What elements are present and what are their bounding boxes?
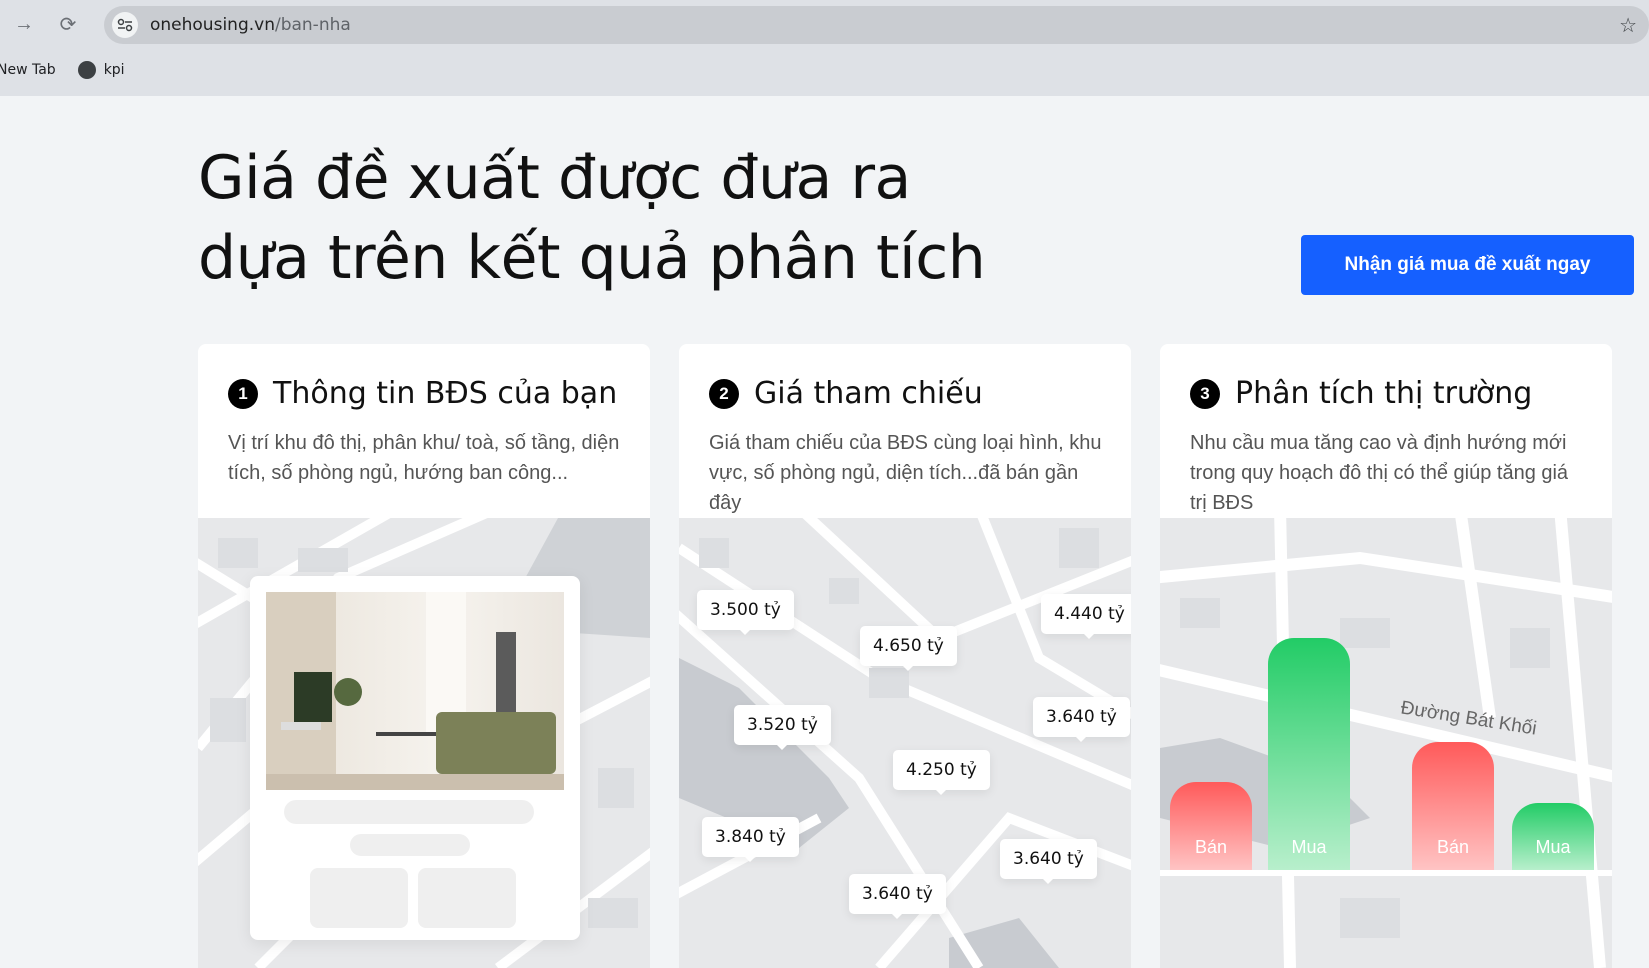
- chart-baseline: [1160, 870, 1612, 876]
- card-market-analysis: 3 Phân tích thị trường Nhu cầu mua tăng …: [1160, 344, 1612, 968]
- globe-icon: [77, 61, 96, 79]
- sell-supply-bar: Bán: [1412, 742, 1494, 870]
- placeholder-box: [310, 868, 408, 928]
- page-title: Giá đề xuất được đưa ra dựa trên kết quả…: [198, 143, 986, 293]
- price-tag: 3.640 tỷ: [1000, 839, 1097, 884]
- placeholder-box: [418, 868, 516, 928]
- url-text[interactable]: onehousing.vn/ban-nha: [150, 15, 351, 35]
- card-header: 1 Thông tin BĐS của bạn: [228, 376, 617, 411]
- card-title: Thông tin BĐS của bạn: [273, 376, 618, 411]
- step-number-badge: 2: [709, 378, 739, 409]
- price-tag: 3.500 tỷ: [697, 590, 794, 635]
- sell-supply-bar: Bán: [1170, 782, 1252, 870]
- address-bar[interactable]: onehousing.vn/ban-nha ☆: [104, 6, 1649, 44]
- price-tag: 3.520 tỷ: [734, 705, 831, 750]
- price-tag: 3.840 tỷ: [702, 817, 799, 862]
- get-price-button[interactable]: Nhận giá mua đề xuất ngay: [1301, 235, 1634, 295]
- placeholder-line: [284, 800, 534, 824]
- bookmark-kpi[interactable]: kpi: [77, 61, 125, 79]
- card-reference-price: 2 Giá tham chiếu Giá tham chiếu của BĐS …: [679, 344, 1131, 968]
- placeholder-line: [350, 834, 470, 856]
- bar-label: Mua: [1291, 837, 1327, 857]
- map-background: [198, 518, 650, 968]
- bookmark-new-tab[interactable]: New Tab: [0, 62, 56, 78]
- price-tag: 4.440 tỷ: [1041, 594, 1131, 639]
- reload-icon[interactable]: ⟳: [54, 10, 82, 38]
- card-property-info: 1 Thông tin BĐS của bạn Vị trí khu đô th…: [198, 344, 650, 968]
- step-number-badge: 3: [1190, 378, 1220, 409]
- card-description: Giá tham chiếu của BĐS cùng loại hình, k…: [709, 432, 1102, 514]
- url-host: onehousing.vn: [150, 15, 275, 35]
- map-background: Đường Bát Khối Bán Mua Bán Mua: [1160, 518, 1612, 968]
- bookmark-label: New Tab: [0, 62, 56, 78]
- card-title: Giá tham chiếu: [754, 376, 983, 411]
- demand-bar-chart: Bán Mua Bán Mua: [1160, 518, 1612, 870]
- buy-demand-bar: Mua: [1512, 803, 1594, 870]
- price-tag: 3.640 tỷ: [849, 874, 946, 919]
- site-settings-icon[interactable]: [112, 12, 138, 38]
- card-header: 3 Phân tích thị trường: [1190, 376, 1532, 411]
- buy-demand-bar: Mua: [1268, 638, 1350, 870]
- forward-icon[interactable]: →: [10, 10, 38, 38]
- card-title: Phân tích thị trường: [1235, 376, 1533, 411]
- price-tag: 4.250 tỷ: [893, 750, 990, 795]
- bar-label: Mua: [1535, 837, 1571, 857]
- card-description: Nhu cầu mua tăng cao và định hướng mới t…: [1190, 432, 1569, 514]
- card-description: Vị trí khu đô thị, phân khu/ toà, số tần…: [228, 432, 620, 484]
- bookmark-star-icon[interactable]: ☆: [1619, 13, 1637, 38]
- step-number-badge: 1: [228, 378, 258, 409]
- page-content: Giá đề xuất được đưa ra dựa trên kết quả…: [0, 96, 1649, 968]
- price-tag: 4.650 tỷ: [860, 626, 957, 671]
- bar-label: Bán: [1436, 837, 1470, 857]
- property-listing-card: [250, 576, 580, 940]
- browser-chrome: → ⟳ onehousing.vn/ban-nha ☆ New Tab kpi: [0, 0, 1649, 96]
- bookmark-label: kpi: [103, 62, 125, 78]
- price-tag: 3.640 tỷ: [1033, 697, 1130, 742]
- map-background: 3.500 tỷ 4.650 tỷ 4.440 tỷ 3.520 tỷ 3.64…: [679, 518, 1131, 968]
- card-header: 2 Giá tham chiếu: [709, 376, 983, 411]
- bookmarks-bar: New Tab kpi: [0, 56, 147, 84]
- url-path: /ban-nha: [274, 15, 351, 35]
- bar-label: Bán: [1194, 837, 1228, 857]
- apartment-photo: [266, 592, 564, 790]
